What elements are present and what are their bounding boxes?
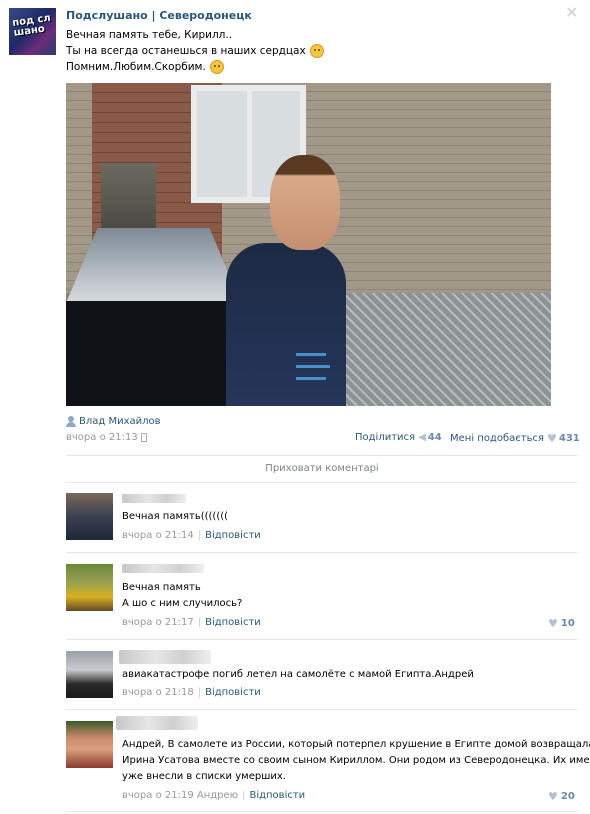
- sad-face-emoji-icon: [309, 44, 324, 58]
- comment-text: авиакатастрофе погиб летел на самолёте с…: [122, 667, 474, 683]
- heart-icon: ♥: [546, 432, 557, 445]
- divider: [66, 455, 578, 456]
- photo-person-head: [270, 155, 340, 250]
- heart-icon: ♥: [548, 790, 558, 803]
- comment-avatar[interactable]: [66, 721, 113, 768]
- comment-time[interactable]: вчора о 21:14: [122, 530, 194, 541]
- comment-avatar[interactable]: [66, 493, 113, 540]
- crying-face-emoji-icon: [209, 60, 224, 74]
- share-label[interactable]: Поділитися: [355, 432, 415, 443]
- reply-link[interactable]: Відповісти: [249, 790, 305, 801]
- post-text-line: Помним.Любим.Скорбим.: [66, 61, 206, 73]
- comment-text-line: А шо с ним случилось?: [122, 598, 243, 609]
- comment-time[interactable]: вчора о 21:17: [122, 617, 194, 628]
- comment-text-line: Вечная память(((((((: [122, 511, 229, 522]
- comment-meta: вчора о 21:18 | Відповісти: [122, 687, 261, 698]
- divider: [66, 811, 578, 812]
- post-time-text[interactable]: вчора о 21:13: [66, 432, 138, 443]
- post-text-line: Ты на всегда останешься в наших сердцах: [66, 45, 306, 57]
- like-button[interactable]: Мені подобається ♥ 431: [450, 432, 580, 445]
- hide-comments-link[interactable]: Приховати коментарі: [0, 463, 590, 474]
- divider: [66, 709, 578, 710]
- reply-link[interactable]: Відповісти: [205, 530, 261, 541]
- share-count: 44: [427, 432, 442, 443]
- comment-avatar[interactable]: [66, 564, 113, 611]
- like-count: 431: [558, 433, 580, 444]
- post-text: Вечная память тебе, Кирилл.. Ты на всегд…: [66, 27, 324, 75]
- group-avatar[interactable]: под сл шано: [9, 8, 56, 55]
- photo-stripe: [296, 377, 326, 380]
- comment-author-redacted: [122, 494, 186, 503]
- photo-fence: [336, 293, 551, 406]
- separator: |: [197, 530, 202, 541]
- comment-like-count: 10: [560, 618, 575, 629]
- photo-stripe: [296, 365, 330, 368]
- megaphone-icon: ◀: [418, 432, 426, 443]
- comment-text-line: Ирина Усатова вместе со своим сыном Кири…: [122, 755, 590, 766]
- comment-time[interactable]: вчора о 21:18: [122, 687, 194, 698]
- post-text-line: Вечная память тебе, Кирилл..: [66, 29, 233, 41]
- comment-meta: вчора о 21:19 Андрею | Відповісти: [122, 790, 305, 801]
- photo-kiosk: [66, 301, 241, 406]
- photo-stripe: [296, 353, 326, 356]
- post-author-name[interactable]: Влад Михайлов: [79, 416, 161, 427]
- user-icon: [66, 416, 76, 427]
- comment-author-redacted: [116, 716, 198, 730]
- post-photo[interactable]: [66, 83, 551, 406]
- separator: |: [197, 617, 202, 628]
- comment-like-button[interactable]: ♥ 20: [548, 790, 575, 803]
- comment-like-button[interactable]: ♥ 10: [548, 617, 575, 630]
- comment-meta: вчора о 21:14 | Відповісти: [122, 530, 261, 541]
- close-icon[interactable]: ✕: [565, 5, 578, 21]
- comment-text-line: Андрей, В самолете из России, который по…: [122, 739, 590, 750]
- group-name-link[interactable]: Подслушано | Северодонецк: [66, 9, 252, 22]
- divider: [66, 482, 578, 483]
- post-author[interactable]: Влад Михайлов: [66, 416, 161, 427]
- comment-avatar[interactable]: [66, 651, 113, 698]
- comment-text-line: авиакатастрофе погиб летел на самолёте с…: [122, 669, 474, 680]
- share-button[interactable]: Поділитися ◀ 44: [355, 432, 442, 443]
- separator: |: [242, 790, 246, 801]
- like-label[interactable]: Мені подобається: [450, 433, 544, 444]
- comment-text: Вечная память А шо с ним случилось?: [122, 580, 242, 612]
- heart-icon: ♥: [548, 617, 558, 630]
- divider: [66, 639, 578, 640]
- mobile-phone-icon: [140, 433, 147, 442]
- reply-link[interactable]: Відповісти: [205, 617, 261, 628]
- separator: |: [197, 687, 202, 698]
- photo-person-body: [226, 243, 346, 406]
- comment-meta: вчора о 21:17 | Відповісти: [122, 617, 261, 628]
- comment-author-redacted: [122, 564, 204, 573]
- post-time[interactable]: вчора о 21:13: [66, 432, 147, 443]
- comment-time[interactable]: вчора о 21:19 Андрею: [122, 790, 238, 801]
- comment-text-line: Вечная память: [122, 582, 201, 593]
- comment-like-count: 20: [560, 791, 575, 802]
- comment-text: Андрей, В самолете из России, который по…: [122, 737, 590, 785]
- comment-author-redacted: [119, 650, 211, 664]
- comment-text-line: уже внесли в списки умерших.: [122, 771, 286, 782]
- group-avatar-text: под сл шано: [11, 12, 52, 39]
- divider: [66, 552, 578, 553]
- photo-chimney: [101, 163, 156, 233]
- reply-link[interactable]: Відповісти: [205, 687, 261, 698]
- comment-text: Вечная память(((((((: [122, 509, 228, 525]
